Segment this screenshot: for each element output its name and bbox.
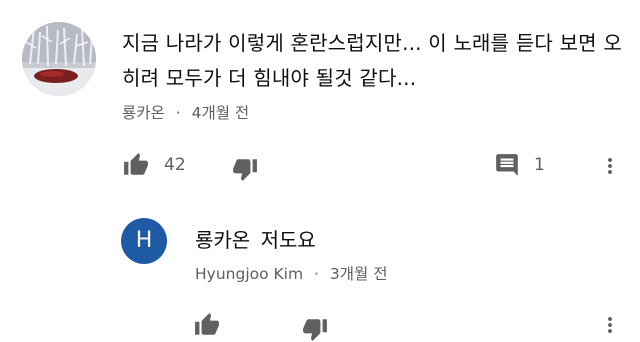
more-vert-icon (598, 312, 622, 338)
reply-icon (494, 152, 520, 178)
like-count: 42 (164, 155, 186, 175)
thumb-up-icon (122, 152, 150, 178)
comment-text: 지금 나라가 이렇게 혼란스럽지만... 이 노래를 듣다 보면 오히려 모두가… (122, 31, 622, 90)
more-options-button[interactable] (598, 153, 622, 179)
meta-separator: · (175, 104, 181, 122)
reply-button[interactable]: 1 (494, 152, 545, 178)
reply-avatar[interactable]: H (121, 218, 167, 264)
comment-meta: 룡카온 · 4개월 전 (122, 101, 249, 123)
dislike-button[interactable] (231, 156, 259, 182)
comment-time[interactable]: 4개월 전 (192, 104, 250, 122)
more-vert-icon (598, 153, 622, 179)
reply-dislike-button[interactable] (301, 316, 329, 342)
reply-count: 1 (534, 155, 545, 175)
thumb-down-icon (301, 316, 329, 342)
reply-text: 룡카온 저도요 (195, 224, 316, 253)
reply-meta: Hyungjoo Kim · 3개월 전 (195, 262, 387, 284)
reply-more-options-button[interactable] (598, 312, 622, 338)
like-button[interactable]: 42 (122, 152, 186, 178)
thumb-down-icon (231, 156, 259, 182)
meta-separator: · (314, 265, 319, 283)
reply-time[interactable]: 3개월 전 (330, 265, 388, 283)
reply-like-button[interactable] (193, 312, 221, 338)
avatar[interactable] (22, 22, 96, 96)
comment-thread: 지금 나라가 이렇게 혼란스럽지만... 이 노래를 듣다 보면 오히려 모두가… (0, 0, 640, 200)
comment-author[interactable]: 룡카온 (122, 104, 165, 122)
reply-author[interactable]: Hyungjoo Kim (195, 265, 303, 283)
thumb-up-icon (193, 312, 221, 338)
reply-mention: 룡카온 (195, 228, 251, 252)
reply-body: 저도요 (260, 228, 316, 252)
